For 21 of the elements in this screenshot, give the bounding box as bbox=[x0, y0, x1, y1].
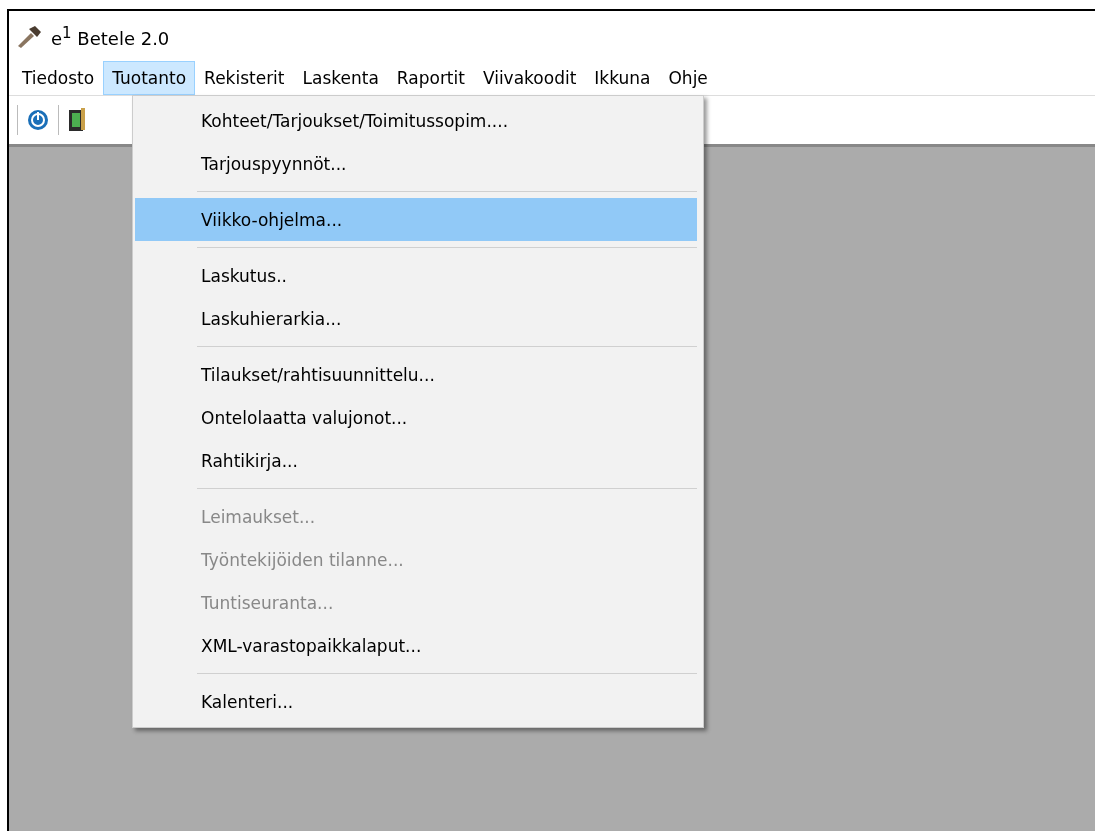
menu-bar-item[interactable]: Tiedosto bbox=[13, 61, 104, 95]
menu-bar-item[interactable]: Viivakoodit bbox=[473, 61, 586, 95]
menu-item[interactable]: Viikko-ohjelma... bbox=[135, 198, 697, 241]
menu-item[interactable]: Laskutus.. bbox=[135, 254, 697, 297]
menu-item[interactable]: Tarjouspyynnöt... bbox=[135, 142, 697, 185]
menu-bar-item[interactable]: Rekisterit bbox=[195, 61, 294, 95]
menu-item[interactable]: Kohteet/Tarjoukset/Toimitussopim.... bbox=[135, 99, 697, 142]
menu-bar-item[interactable]: Tuotanto bbox=[103, 61, 196, 95]
menu-item[interactable]: XML-varastopaikkalaput... bbox=[135, 624, 697, 667]
menu-item[interactable]: Kalenteri... bbox=[135, 680, 697, 723]
menu-item[interactable]: Laskuhierarkia... bbox=[135, 297, 697, 340]
power-icon[interactable] bbox=[26, 108, 50, 132]
menu-bar-item[interactable]: Laskenta bbox=[293, 61, 388, 95]
menu-bar-item[interactable]: Ohje bbox=[659, 61, 717, 95]
menu-bar-item[interactable]: Ikkuna bbox=[585, 61, 660, 95]
window-title: e$^{1}$ Betele 2.0 bbox=[51, 23, 170, 49]
menu-bar-item[interactable]: Raportit bbox=[387, 61, 474, 95]
book-icon[interactable] bbox=[67, 107, 87, 133]
menu-item[interactable]: Tilaukset/rahtisuunnittelu... bbox=[135, 353, 697, 396]
menu-item[interactable]: Rahtikirja... bbox=[135, 439, 697, 482]
menu-item[interactable]: Ontelolaatta valujonot... bbox=[135, 396, 697, 439]
